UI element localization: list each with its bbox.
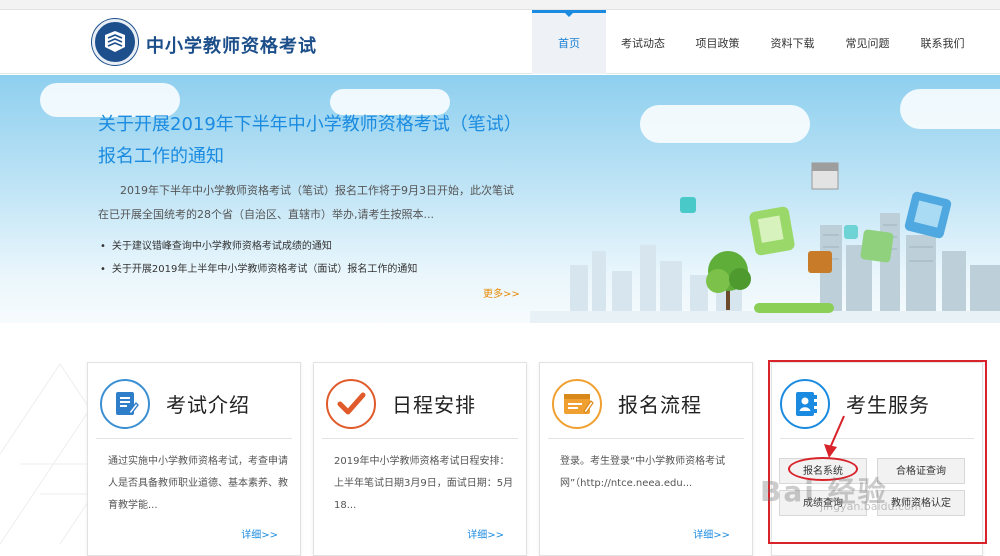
site-title[interactable]: 中小学教师资格考试	[146, 32, 317, 58]
book-logo-icon	[105, 31, 125, 52]
details-link[interactable]: 详细>>	[467, 526, 504, 541]
arrow-annotation-icon	[824, 415, 845, 458]
card-schedule: 日程安排 2019年中小学教师资格考试日程安排：上半年笔试日期3月9日，面试日期…	[313, 362, 527, 556]
details-link[interactable]: 详细>>	[241, 526, 278, 541]
divider	[322, 438, 518, 439]
main-nav: 首页 考试动态 项目政策 资料下载 常见问题 联系我们	[532, 10, 980, 74]
document-icon	[100, 379, 150, 429]
check-icon	[326, 379, 376, 429]
details-link[interactable]: 详细>>	[693, 526, 730, 541]
form-icon	[552, 379, 602, 429]
more-news-link[interactable]: 更多>>	[483, 285, 520, 300]
news-banner: 关于开展2019年下半年中小学教师资格考试（笔试）报名工作的通知 2019年下半…	[0, 75, 1000, 323]
news-link-list: 关于建议错峰查询中小学教师资格考试成绩的通知 关于开展2019年上半年中小学教师…	[100, 235, 417, 281]
news-link[interactable]: 关于建议错峰查询中小学教师资格考试成绩的通知	[100, 235, 417, 258]
top-strip	[0, 0, 1000, 10]
card-registration-process: 报名流程 登录。考生登录“中小学教师资格考试网”（http://ntce.nee…	[539, 362, 753, 556]
card-title[interactable]: 报名流程	[618, 389, 702, 418]
nav-exam-news[interactable]: 考试动态	[606, 10, 680, 74]
card-title[interactable]: 考试介绍	[166, 389, 250, 418]
divider	[548, 438, 744, 439]
nav-home[interactable]: 首页	[532, 10, 606, 74]
nav-policy[interactable]: 项目政策	[680, 10, 755, 74]
card-exam-intro: 考试介绍 通过实施中小学教师资格考试，考查申请人是否具备教师职业道德、基本素养、…	[87, 362, 301, 556]
nav-downloads[interactable]: 资料下载	[755, 10, 830, 74]
news-link[interactable]: 关于开展2019年上半年中小学教师资格考试（面试）报名工作的通知	[100, 258, 417, 281]
site-header: 中小学教师资格考试 首页 考试动态 项目政策 资料下载 常见问题 联系我们	[0, 10, 1000, 74]
card-description: 2019年中小学教师资格考试日程安排：上半年笔试日期3月9日，面试日期：5月18…	[334, 456, 514, 511]
watermark-url: jingyan.baidu.com	[820, 500, 922, 513]
card-title[interactable]: 日程安排	[392, 389, 476, 418]
news-summary: 2019年下半年中小学教师资格考试（笔试）报名工作将于9月3日开始，此次笔试在已…	[98, 184, 514, 221]
nav-faq[interactable]: 常见问题	[830, 10, 905, 74]
highlight-annotation-box	[768, 360, 987, 544]
city-illustration	[530, 162, 1000, 323]
card-description: 通过实施中小学教师资格考试，考查申请人是否具备教师职业道德、基本素养、教育教学能…	[108, 456, 288, 511]
site-logo[interactable]	[92, 19, 138, 65]
card-description: 登录。考生登录“中小学教师资格考试网”（http://ntce.neea.edu…	[560, 456, 726, 489]
news-headline[interactable]: 关于开展2019年下半年中小学教师资格考试（笔试）报名工作的通知	[98, 109, 518, 173]
divider	[96, 438, 292, 439]
nav-contact[interactable]: 联系我们	[905, 10, 980, 74]
